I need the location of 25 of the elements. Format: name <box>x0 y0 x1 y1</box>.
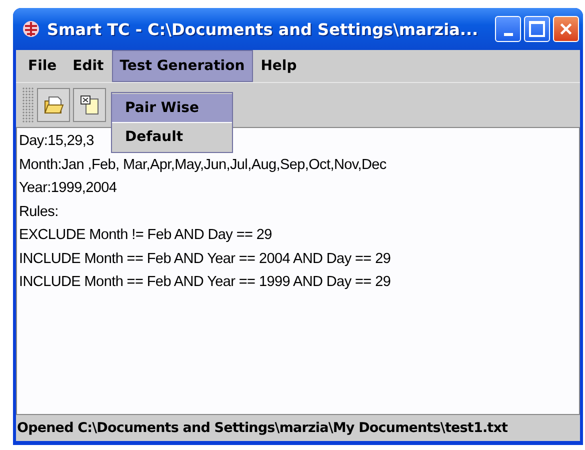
menu-item[interactable]: Edit <box>64 50 112 82</box>
text-line: EXCLUDE Month != Feb AND Day == 29 <box>19 227 272 243</box>
text-line: Month:Jan ,Feb, Mar,Apr,May,Jun,Jul,Aug,Sep,Oct,Nov,Dec <box>19 156 386 172</box>
menu-item[interactable]: Test Generation <box>112 50 253 82</box>
maximize-button[interactable] <box>524 16 550 42</box>
close-icon <box>558 21 574 37</box>
text-line: INCLUDE Month == Feb AND Year == 2004 AND Day == 29 <box>19 250 391 266</box>
menu-item[interactable]: Help <box>252 50 305 82</box>
app-icon <box>21 19 41 39</box>
status-text: Opened C:\Documents and Settings\marzia\My Documents\test1.txt <box>16 415 580 441</box>
toolbar-button[interactable] <box>73 88 106 122</box>
minimize-button[interactable] <box>495 16 521 42</box>
window-title: Smart TC - C:\Documents and Settings\marzia... <box>47 20 480 38</box>
text-line: Rules: <box>19 204 58 220</box>
toolbar-button[interactable] <box>37 88 70 122</box>
text-line: INCLUDE Month == Feb AND Year == 1999 AND Day == 29 <box>19 274 391 290</box>
menu-option[interactable]: Default <box>112 123 232 151</box>
text-line: Year:1999,2004 <box>19 180 117 196</box>
menu-item[interactable]: File <box>20 50 65 82</box>
text-line: Day:15,29,3 <box>19 133 94 149</box>
menu-option[interactable]: Pair Wise <box>112 94 232 123</box>
toolbar-grip[interactable] <box>22 87 34 123</box>
text-area[interactable] <box>16 127 580 415</box>
close-button[interactable] <box>553 16 579 42</box>
document-icon <box>78 93 102 117</box>
